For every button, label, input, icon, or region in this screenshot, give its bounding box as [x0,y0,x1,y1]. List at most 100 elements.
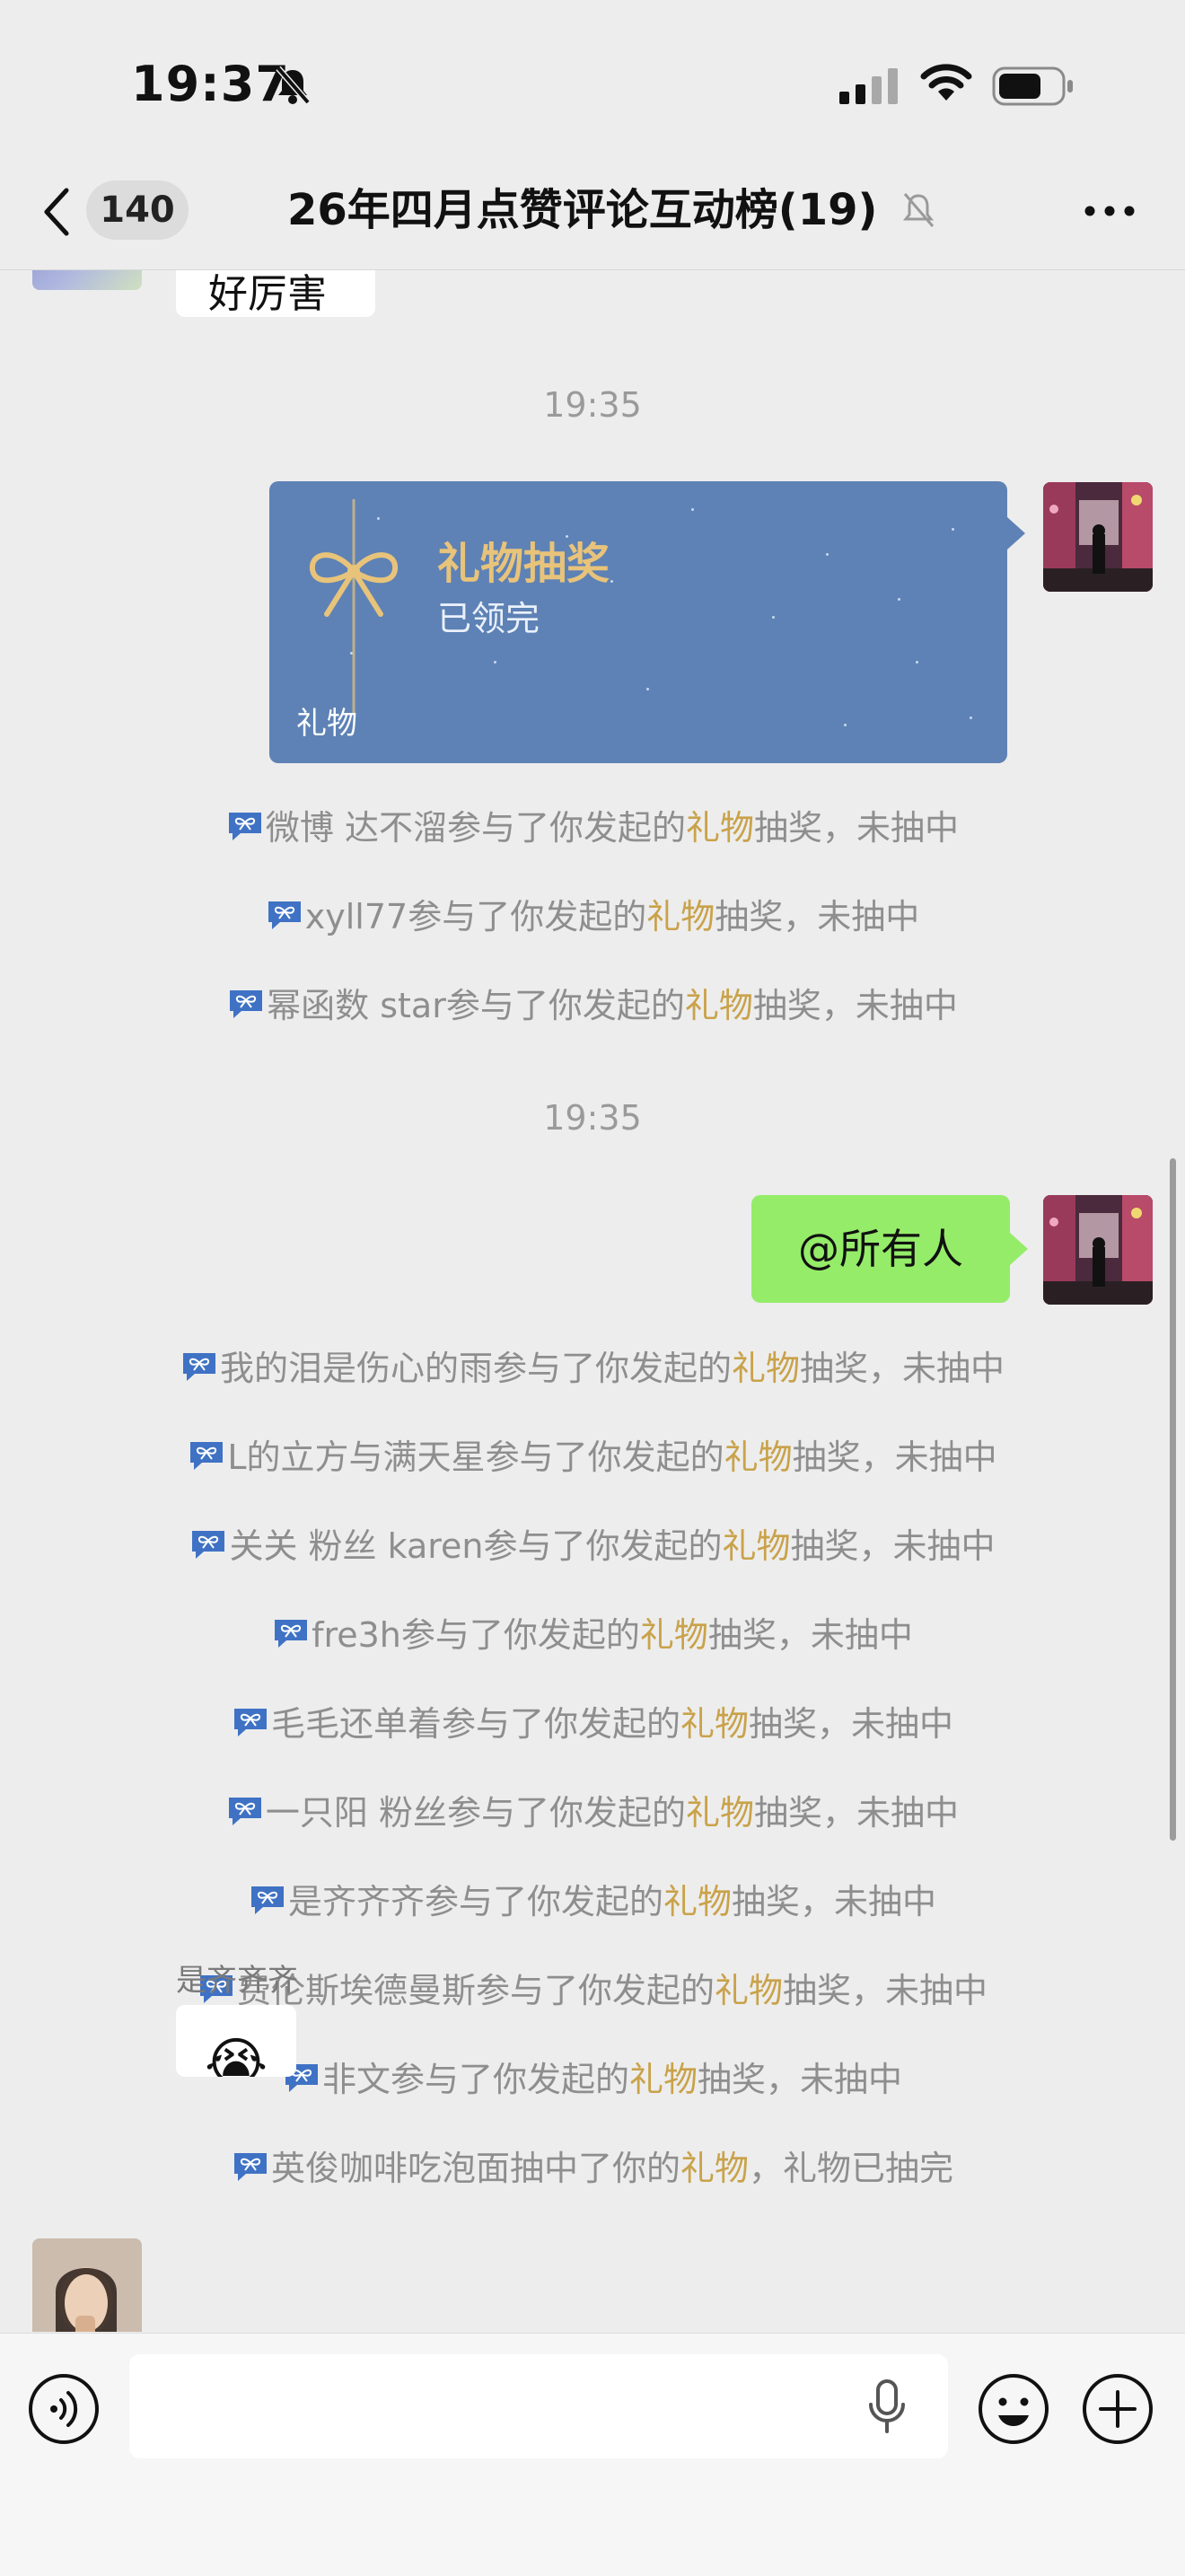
gift-link[interactable]: 礼物 [663,1882,732,1921]
gift-card-title: 礼物抽奖 [437,539,610,589]
gift-message-icon [232,2150,269,2191]
participant-name[interactable]: 是齐齐齐 [288,1882,425,1921]
notification-text: 参与了你发起的 [447,808,687,848]
timestamp: 19:35 [543,385,642,425]
participant-name[interactable]: xyll77 [305,897,408,936]
message-bubble[interactable]: 😭 [176,2005,296,2077]
gift-message-icon [226,810,264,850]
emoji-icon[interactable] [977,2372,1050,2446]
participant-name[interactable]: 我的泪是伤心的雨 [220,1349,493,1388]
notification-text: 参与了你发起的 [408,897,647,936]
battery-icon [992,66,1073,106]
lottery-notification: 微博 达不溜参与了你发起的礼物抽奖，未抽中 [0,800,1185,850]
participant-name[interactable]: 关关 粉丝 karen [229,1526,483,1566]
lottery-notification: xyll77参与了你发起的礼物抽奖，未抽中 [0,889,1185,939]
gift-link[interactable]: 礼物 [724,1437,793,1477]
participant-name[interactable]: 英俊咖啡吃泡面 [271,2149,510,2188]
message-bubble[interactable]: 好厉害 [176,270,375,317]
notification-text: 抽奖，未抽中 [752,986,958,1025]
voice-icon[interactable] [27,2372,101,2446]
notification-text: 参与了你发起的 [445,986,685,1025]
back-chevron-icon[interactable] [41,187,72,237]
gift-link[interactable]: 礼物 [686,1793,754,1833]
gift-message-icon [188,1439,225,1480]
gift-message-icon [180,1350,218,1391]
notification-text: 抽奖，未抽中 [754,808,960,848]
lottery-notification: 幂函数 star参与了你发起的礼物抽奖，未抽中 [0,978,1185,1028]
notification-text: 参与了你发起的 [492,1349,732,1388]
chat-message-list[interactable]: 好厉害 19:35 礼物抽奖 已领完 礼物 微博 达不溜参与了你发起的礼物抽奖，… [0,270,1185,2332]
gift-link[interactable]: 礼物 [685,986,753,1025]
gift-link[interactable]: 礼物 [715,1971,783,2010]
gift-link[interactable]: 礼物 [640,1615,708,1655]
gift-link[interactable]: 礼物 [723,1526,791,1566]
gift-link[interactable]: 礼物 [680,2149,749,2188]
scrollbar[interactable] [1170,1158,1176,1841]
avatar[interactable] [32,270,142,290]
signal-icon [839,68,898,104]
avatar-image [32,2238,142,2332]
gift-link[interactable]: 礼物 [732,1349,800,1388]
gift-message-icon [226,1795,264,1835]
gift-link[interactable]: 礼物 [629,2060,698,2099]
participant-name[interactable]: L的立方与满天星 [227,1437,485,1477]
plus-icon[interactable] [1081,2372,1154,2446]
lottery-notification: L的立方与满天星参与了你发起的礼物抽奖，未抽中 [0,1429,1185,1480]
my-avatar[interactable] [1043,1195,1153,1305]
notification-text: 抽奖，未抽中 [698,2060,903,2099]
notification-text: 抽奖，未抽中 [783,1971,988,2010]
notification-text: ，礼物已抽完 [749,2149,954,2188]
lottery-notification: fre3h参与了你发起的礼物抽奖，未抽中 [0,1607,1185,1657]
avatar-image [1043,1195,1153,1305]
gift-message-icon [232,1706,269,1746]
notification-text: 参与了你发起的 [424,1882,663,1921]
participant-name[interactable]: 非文 [322,2060,391,2099]
gift-message-icon [272,1617,310,1657]
participant-name[interactable]: fre3h [312,1615,401,1655]
participant-name[interactable]: 微博 达不溜 [266,808,447,848]
lottery-notification: 一只阳 粉丝参与了你发起的礼物抽奖，未抽中 [0,1785,1185,1835]
unread-count-badge[interactable]: 140 [86,180,189,240]
chat-title[interactable]: 26年四月点赞评论互动榜(19) [287,181,898,239]
bubble-tail [1010,1233,1028,1265]
notification-text: 抽奖，未抽中 [715,897,920,936]
message-text: @所有人 [798,1225,963,1273]
notification-text: 参与了你发起的 [400,1615,640,1655]
notification-text: 抽中了你的 [509,2149,680,2188]
wifi-icon [920,64,972,101]
gift-message-icon [227,988,265,1028]
gift-link[interactable]: 礼物 [646,897,715,936]
lottery-notification: 是齐齐齐参与了你发起的礼物抽奖，未抽中 [0,1874,1185,1924]
notification-text: 抽奖，未抽中 [732,1882,937,1921]
notification-text: 抽奖，未抽中 [800,1349,1005,1388]
gift-link[interactable]: 礼物 [686,808,754,848]
my-avatar[interactable] [1043,482,1153,592]
notification-text: 参与了你发起的 [441,1704,680,1744]
microphone-icon[interactable] [867,2379,907,2435]
lottery-notification: 我的泪是伤心的雨参与了你发起的礼物抽奖，未抽中 [0,1341,1185,1391]
sender-name: 是齐齐齐 [176,1963,298,1999]
notification-text: 抽奖，未抽中 [707,1615,913,1655]
participant-name[interactable]: 幂函数 star [267,986,446,1025]
gift-message-icon [266,899,303,939]
lottery-notification: 毛毛还单着参与了你发起的礼物抽奖，未抽中 [0,1696,1185,1746]
notification-text: 抽奖，未抽中 [792,1437,997,1477]
notification-text: 抽奖，未抽中 [749,1704,954,1744]
emoji-message: 😭 [205,2032,268,2077]
mention-all-message[interactable]: @所有人 [751,1195,1028,1303]
message-text: 好厉害 [208,271,327,317]
notification-text: 抽奖，未抽中 [754,1793,960,1833]
status-time: 19:37 [131,56,290,112]
sender-avatar[interactable] [32,2238,142,2332]
lottery-notification: 英俊咖啡吃泡面抽中了你的礼物，礼物已抽完 [0,2141,1185,2191]
lottery-notification: 关关 粉丝 karen参与了你发起的礼物抽奖，未抽中 [0,1518,1185,1569]
gift-ribbon-icon [310,499,398,715]
participant-name[interactable]: 一只阳 粉丝 [266,1793,447,1833]
avatar-image [1043,482,1153,592]
participant-name[interactable]: 毛毛还单着 [271,1704,442,1744]
gift-link[interactable]: 礼物 [680,1704,749,1744]
bell-off-icon [276,66,311,105]
more-icon[interactable] [1081,189,1138,233]
gift-lottery-card[interactable]: 礼物抽奖 已领完 礼物 [269,481,1025,763]
message-input[interactable] [129,2354,948,2458]
